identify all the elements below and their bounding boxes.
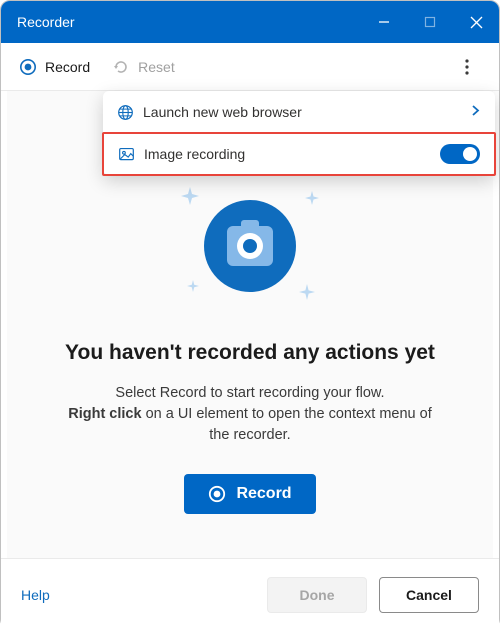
- more-vertical-icon: [465, 59, 469, 75]
- main-area: Launch new web browser Image recording: [7, 91, 493, 558]
- reset-label: Reset: [138, 59, 175, 75]
- done-label: Done: [300, 587, 335, 603]
- empty-line2: on a UI element to open the context menu…: [142, 406, 432, 443]
- globe-icon: [117, 104, 143, 121]
- record-tool[interactable]: Record: [19, 58, 90, 76]
- camera-icon: [227, 226, 273, 266]
- menu-item-label: Image recording: [144, 146, 440, 162]
- record-label: Record: [45, 59, 90, 75]
- empty-bold: Right click: [68, 406, 141, 422]
- hero-illustration: [175, 181, 325, 311]
- maximize-icon: [424, 16, 436, 28]
- titlebar: Recorder: [1, 1, 499, 43]
- help-link[interactable]: Help: [21, 587, 50, 603]
- footer: Help Done Cancel: [1, 558, 499, 630]
- image-recording-toggle[interactable]: [440, 144, 480, 164]
- minimize-icon: [378, 16, 390, 28]
- reset-icon: [112, 58, 130, 76]
- toolbar: Record Reset: [1, 43, 499, 91]
- image-icon: [118, 146, 144, 163]
- more-button[interactable]: [451, 51, 483, 83]
- record-icon: [208, 485, 226, 503]
- sparkle-icon: [299, 284, 315, 305]
- record-button[interactable]: Record: [184, 474, 315, 514]
- sparkle-icon: [187, 279, 199, 297]
- more-menu: Launch new web browser Image recording: [103, 91, 495, 175]
- empty-state-title: You haven't recorded any actions yet: [65, 341, 435, 365]
- reset-tool: Reset: [112, 58, 175, 76]
- menu-item-launch-browser[interactable]: Launch new web browser: [103, 91, 495, 133]
- sparkle-icon: [181, 187, 199, 210]
- toggle-knob: [463, 147, 477, 161]
- sparkle-icon: [305, 191, 319, 210]
- record-icon: [19, 58, 37, 76]
- record-button-label: Record: [236, 485, 291, 503]
- window-title: Recorder: [17, 14, 361, 30]
- empty-state-text: Select Record to start recording your fl…: [60, 383, 440, 446]
- close-button[interactable]: [453, 1, 499, 43]
- menu-item-image-recording[interactable]: Image recording: [102, 132, 496, 176]
- minimize-button[interactable]: [361, 1, 407, 43]
- close-icon: [470, 16, 483, 29]
- maximize-button[interactable]: [407, 1, 453, 43]
- menu-item-label: Launch new web browser: [143, 104, 471, 120]
- cancel-button[interactable]: Cancel: [379, 577, 479, 613]
- done-button: Done: [267, 577, 367, 613]
- chevron-right-icon: [471, 104, 481, 120]
- cancel-label: Cancel: [406, 587, 452, 603]
- empty-line1: Select Record to start recording your fl…: [115, 385, 384, 401]
